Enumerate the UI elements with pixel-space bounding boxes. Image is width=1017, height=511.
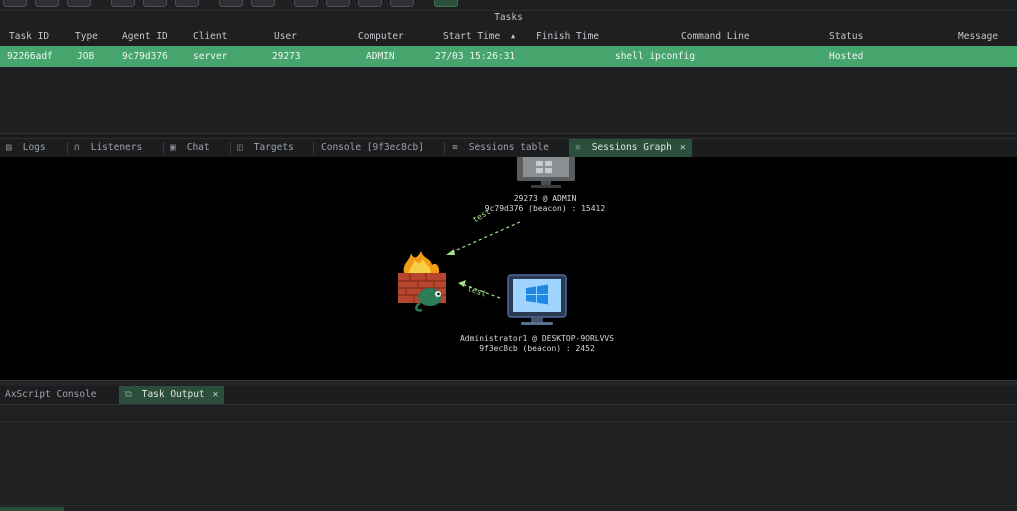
tab-axscript-console[interactable]: AxScript Console xyxy=(5,386,97,404)
session-label-top: 29273 @ ADMIN 9c79d376 (beacon) : 15412 xyxy=(470,194,620,214)
toolbar-button[interactable] xyxy=(434,0,458,7)
tab-label: Sessions Graph xyxy=(591,142,672,153)
sessions-graph-canvas[interactable]: 29273 @ ADMIN 9c79d376 (beacon) : 15412 … xyxy=(0,157,1017,380)
logs-icon: ▤ xyxy=(6,142,12,153)
column-header-start-time[interactable]: Start Time xyxy=(443,31,500,42)
chat-icon: ▣ xyxy=(170,142,176,153)
close-icon[interactable]: ✕ xyxy=(680,142,686,153)
column-header-message[interactable]: Message xyxy=(958,31,998,42)
tasks-title: Tasks xyxy=(494,12,523,23)
tab-separator xyxy=(444,142,445,154)
column-header-computer[interactable]: Computer xyxy=(358,31,404,42)
cell-status: Hosted xyxy=(829,51,864,62)
tab-separator xyxy=(67,142,68,154)
tab-label: Logs xyxy=(22,142,46,153)
tab-separator xyxy=(163,142,164,154)
column-header-agent-id[interactable]: Agent ID xyxy=(122,31,168,42)
cell-task-id: 92266adf xyxy=(7,51,53,62)
tab-label: Sessions table xyxy=(468,142,549,153)
status-indicator xyxy=(0,507,64,511)
toolbar-button[interactable] xyxy=(175,0,199,7)
tab-chat[interactable]: ▣ Chat xyxy=(170,139,210,157)
column-header-type[interactable]: Type xyxy=(75,31,98,42)
close-icon[interactable]: ✕ xyxy=(213,389,219,400)
toolbar-button[interactable] xyxy=(326,0,350,7)
table-row[interactable]: 92266adf JOB 9c79d376 server 29273 ADMIN… xyxy=(0,46,1017,67)
tab-sessions-table[interactable]: ≡ Sessions table xyxy=(452,139,549,157)
tab-sessions-graph[interactable]: ✲ Sessions Graph ✕ xyxy=(569,139,692,157)
toolbar-button[interactable] xyxy=(35,0,59,7)
cell-user: 29273 xyxy=(272,51,301,62)
tab-separator xyxy=(230,142,231,154)
toolbar-button[interactable] xyxy=(3,0,27,7)
firewall-server-icon[interactable] xyxy=(398,251,446,312)
targets-icon: ◫ xyxy=(237,142,243,153)
session-label-bottom: Administrator1 @ DESKTOP-9ORLVVS 9f3ec8c… xyxy=(437,334,637,354)
toolbar-button[interactable] xyxy=(219,0,243,7)
session-agent-info: 9f3ec8cb (beacon) : 2452 xyxy=(479,344,595,353)
column-header-status[interactable]: Status xyxy=(829,31,863,42)
toolbar-button[interactable] xyxy=(67,0,91,7)
cell-command-line: shell ipconfig xyxy=(615,51,696,62)
toolbar-button[interactable] xyxy=(251,0,275,7)
session-user-computer: 29273 @ ADMIN xyxy=(513,194,577,203)
computer-session-icon[interactable] xyxy=(517,157,575,188)
tab-label: Listeners xyxy=(90,142,143,153)
session-user-computer: Administrator1 @ DESKTOP-9ORLVVS xyxy=(459,334,615,343)
task-output-icon: ⧉ xyxy=(125,389,132,400)
task-output-area[interactable] xyxy=(0,405,1017,511)
tab-separator xyxy=(313,142,314,154)
cell-start-time: 27/03 15:26:31 xyxy=(435,51,516,62)
tasks-table-header: Task ID Type Agent ID Client User Comput… xyxy=(0,29,1017,44)
tab-label: Task Output xyxy=(141,389,205,400)
tab-listeners[interactable]: ∩ Listeners xyxy=(74,139,142,157)
toolbar xyxy=(0,0,1017,11)
cell-type: JOB xyxy=(77,51,95,62)
tab-task-output[interactable]: ⧉ Task Output ✕ xyxy=(119,386,225,404)
graph-edge xyxy=(446,221,521,255)
headphones-icon: ∩ xyxy=(74,142,80,153)
session-agent-info: 9c79d376 (beacon) : 15412 xyxy=(484,204,606,213)
column-header-user[interactable]: User xyxy=(274,31,297,42)
divider xyxy=(0,505,1017,506)
tab-logs[interactable]: ▤ Logs xyxy=(6,139,46,157)
column-header-command-line[interactable]: Command Line xyxy=(681,31,750,42)
toolbar-button[interactable] xyxy=(390,0,414,7)
tab-targets[interactable]: ◫ Targets xyxy=(237,139,294,157)
divider xyxy=(0,421,1017,422)
toolbar-button[interactable] xyxy=(358,0,382,7)
cell-agent-id: 9c79d376 xyxy=(122,51,168,62)
tab-label: AxScript Console xyxy=(5,389,97,400)
sort-ascending-icon: ▲ xyxy=(511,32,516,40)
tab-console[interactable]: Console [9f3ec8cb] xyxy=(321,139,424,157)
column-header-finish-time[interactable]: Finish Time xyxy=(536,31,599,42)
table-icon: ≡ xyxy=(452,142,458,153)
cell-client: server xyxy=(193,51,228,62)
bottom-tab-bar: AxScript Console ⧉ Task Output ✕ xyxy=(0,386,1017,405)
cell-computer: ADMIN xyxy=(366,51,395,62)
toolbar-button[interactable] xyxy=(111,0,135,7)
column-header-client[interactable]: Client xyxy=(193,31,227,42)
tab-label: Console [9f3ec8cb] xyxy=(321,142,424,153)
column-header-task-id[interactable]: Task ID xyxy=(9,31,49,42)
toolbar-button[interactable] xyxy=(143,0,167,7)
windows-session-icon[interactable] xyxy=(507,274,567,325)
graph-icon: ✲ xyxy=(575,142,581,153)
dock-tab-bar: ▤ Logs ∩ Listeners ▣ Chat ◫ Targets Cons… xyxy=(0,138,1017,158)
tab-label: Chat xyxy=(186,142,210,153)
toolbar-button[interactable] xyxy=(294,0,318,7)
tab-label: Targets xyxy=(253,142,294,153)
